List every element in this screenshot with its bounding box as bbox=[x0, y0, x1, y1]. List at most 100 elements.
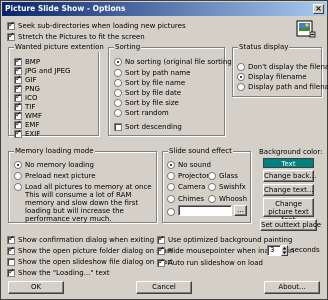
memory-preload-radio[interactable] bbox=[14, 172, 22, 180]
ok-button[interactable]: OK bbox=[8, 281, 64, 294]
app-icon bbox=[296, 19, 316, 39]
change-back-button[interactable]: Change back... bbox=[263, 170, 316, 182]
stretch-checkbox[interactable] bbox=[7, 31, 15, 41]
open-folder-option[interactable]: Show the open picture folder dialog on s… bbox=[7, 245, 173, 256]
status-display-title: Status display bbox=[238, 43, 290, 52]
ext-tif-label: TIF bbox=[25, 103, 36, 111]
sound-glass-radio[interactable] bbox=[208, 172, 216, 180]
sound-none-radio[interactable] bbox=[167, 161, 175, 169]
open-slideshow-label: Show the open slideshow file dialog on s… bbox=[18, 258, 173, 266]
open-folder-checkbox[interactable] bbox=[7, 245, 15, 255]
sound-custom-radio[interactable] bbox=[167, 208, 175, 216]
confirm-exit-checkbox[interactable] bbox=[7, 234, 15, 244]
sort-name-radio[interactable] bbox=[114, 79, 122, 87]
options-window: Picture Slide Show - Options × Seek sub-… bbox=[0, 0, 328, 300]
ext-exif-checkbox[interactable] bbox=[14, 128, 22, 138]
memory-all-label: Load all pictures to memory at once bbox=[25, 183, 152, 191]
ext-bmp-label: BMP bbox=[25, 58, 41, 66]
sort-none-radio[interactable] bbox=[114, 58, 122, 66]
ext-png-label: PNG bbox=[25, 85, 40, 93]
sound-whoosh-radio[interactable] bbox=[208, 195, 216, 203]
seconds-input[interactable]: 3 bbox=[267, 245, 281, 256]
status-no-filename[interactable]: Don't display the filename bbox=[237, 62, 328, 72]
set-outtext-button[interactable]: Set outtext place bbox=[260, 219, 321, 231]
stretch-option[interactable]: Stretch the Pictures to fit the screen bbox=[7, 31, 145, 42]
sound-swishfx[interactable]: Swishfx bbox=[208, 182, 246, 192]
bg-color-swatch[interactable]: Text bbox=[263, 158, 314, 168]
cancel-button[interactable]: Cancel bbox=[136, 281, 192, 294]
sort-descending-checkbox[interactable] bbox=[114, 123, 122, 131]
status-filename-radio[interactable] bbox=[237, 73, 245, 81]
open-slideshow-option[interactable]: Show the open slideshow file dialog on s… bbox=[7, 257, 173, 267]
sort-date-radio[interactable] bbox=[114, 89, 122, 97]
sound-glass[interactable]: Glass bbox=[208, 171, 238, 181]
status-path-filename-label: Display path and filename bbox=[248, 83, 328, 91]
memory-all-radio[interactable] bbox=[14, 183, 22, 191]
confirm-exit-option[interactable]: Show confirmation dialog when exiting bbox=[7, 234, 154, 245]
sort-random[interactable]: Sort random bbox=[114, 108, 169, 118]
sort-size-label: Sort by file size bbox=[125, 99, 179, 107]
optimized-painting-option[interactable]: Use optimized background painting bbox=[157, 234, 292, 245]
memory-none-radio[interactable] bbox=[14, 161, 22, 169]
sound-browse-button[interactable]: ... bbox=[234, 205, 247, 216]
change-text-button[interactable]: Change text... bbox=[263, 184, 314, 196]
window-title: Picture Slide Show - Options bbox=[5, 4, 126, 13]
sound-whoosh[interactable]: Whoosh bbox=[208, 194, 247, 204]
sound-custom[interactable] bbox=[167, 207, 178, 217]
sound-projector-label: Projector bbox=[178, 172, 210, 180]
loading-text-option[interactable]: Show the "Loading..." text bbox=[7, 267, 110, 278]
sound-chimes-label: Chimes bbox=[178, 195, 205, 203]
memory-none[interactable]: No memory loading bbox=[14, 160, 94, 170]
sort-name[interactable]: Sort by file name bbox=[114, 78, 185, 88]
hide-mouse-checkbox[interactable] bbox=[157, 245, 165, 255]
sound-swishfx-radio[interactable] bbox=[208, 183, 216, 191]
close-button[interactable]: × bbox=[313, 4, 324, 14]
status-filename[interactable]: Display filename bbox=[237, 72, 307, 82]
sound-file-input[interactable] bbox=[178, 205, 232, 216]
memory-mode-title: Memory loading mode bbox=[14, 147, 95, 156]
loading-text-checkbox[interactable] bbox=[7, 267, 15, 277]
spinner-arrows-icon bbox=[282, 247, 287, 254]
seek-subdirs-option[interactable]: Seek sub-directories when loading new pi… bbox=[7, 20, 186, 31]
sorting-title: Sorting bbox=[114, 43, 142, 52]
optimized-painting-checkbox[interactable] bbox=[157, 234, 165, 244]
sound-projector-radio[interactable] bbox=[167, 172, 175, 180]
sound-swishfx-label: Swishfx bbox=[219, 183, 246, 191]
autorun-checkbox[interactable] bbox=[157, 257, 165, 267]
change-font-button[interactable]: Change picture text font bbox=[263, 198, 314, 224]
status-no-filename-radio[interactable] bbox=[237, 63, 245, 71]
memory-preload[interactable]: Preload next picture bbox=[14, 171, 96, 181]
sort-descending[interactable]: Sort descending bbox=[114, 122, 182, 132]
sort-size-radio[interactable] bbox=[114, 99, 122, 107]
sound-camera-radio[interactable] bbox=[167, 183, 175, 191]
seek-subdirs-checkbox[interactable] bbox=[7, 20, 15, 30]
sort-none-label: No sorting (original file sorting) bbox=[125, 58, 235, 66]
open-slideshow-checkbox[interactable] bbox=[7, 258, 15, 266]
sound-projector[interactable]: Projector bbox=[167, 171, 209, 181]
memory-none-label: No memory loading bbox=[25, 161, 95, 169]
status-path-filename-radio[interactable] bbox=[237, 83, 245, 91]
sort-name-label: Sort by file name bbox=[125, 79, 186, 87]
ext-wmf-label: WMF bbox=[25, 112, 42, 120]
seconds-label: seconds bbox=[291, 246, 320, 254]
ext-exif[interactable]: EXIF bbox=[14, 128, 40, 139]
sound-none[interactable]: No sound bbox=[167, 160, 211, 170]
sort-random-radio[interactable] bbox=[114, 109, 122, 117]
sort-path[interactable]: Sort by path name bbox=[114, 68, 190, 78]
sound-chimes-radio[interactable] bbox=[167, 195, 175, 203]
sound-camera[interactable]: Camera bbox=[167, 182, 205, 192]
sort-date[interactable]: Sort by file date bbox=[114, 88, 181, 98]
autorun-option[interactable]: Auto run slideshow on load bbox=[157, 257, 263, 268]
seek-subdirs-label: Seek sub-directories when loading new pi… bbox=[18, 22, 186, 30]
open-folder-label: Show the open picture folder dialog on s… bbox=[18, 247, 173, 255]
ext-gif-label: GIF bbox=[25, 76, 37, 84]
seconds-spinner[interactable] bbox=[281, 245, 288, 256]
sort-size[interactable]: Sort by file size bbox=[114, 98, 179, 108]
status-path-filename[interactable]: Display path and filename bbox=[237, 82, 328, 92]
memory-all-description: This will consume a lot of RAM memory an… bbox=[25, 191, 139, 223]
sort-none[interactable]: No sorting (original file sorting) bbox=[114, 57, 234, 67]
sort-path-radio[interactable] bbox=[114, 69, 122, 77]
sound-glass-label: Glass bbox=[219, 172, 238, 180]
sound-chimes[interactable]: Chimes bbox=[167, 194, 204, 204]
about-button[interactable]: About... bbox=[264, 281, 320, 294]
